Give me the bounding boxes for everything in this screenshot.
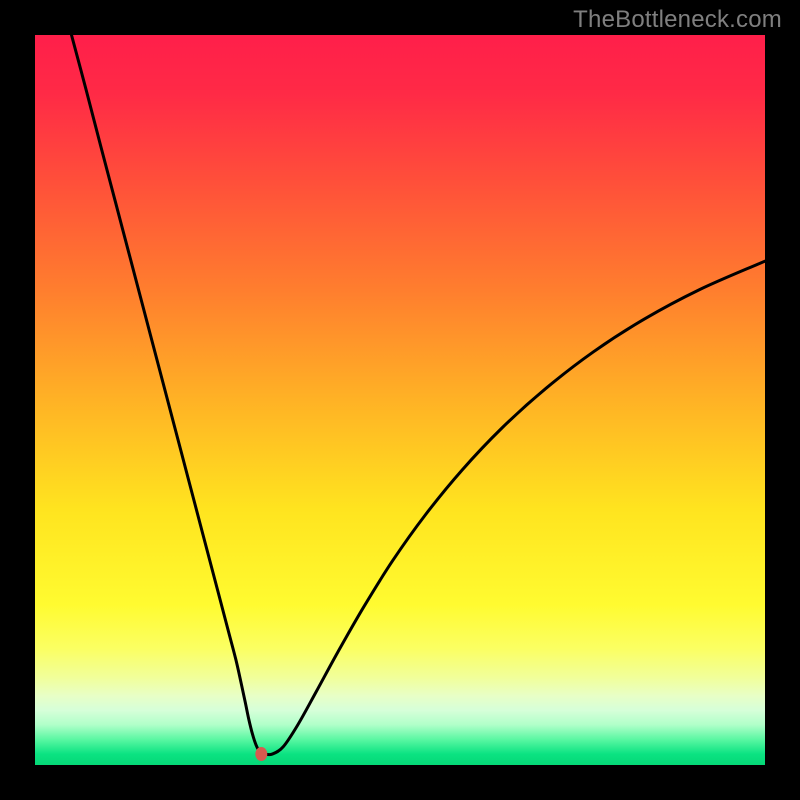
- chart-frame: TheBottleneck.com: [0, 0, 800, 800]
- chart-background: [35, 35, 765, 765]
- minimum-marker: [255, 747, 267, 761]
- watermark-text: TheBottleneck.com: [573, 6, 782, 34]
- bottleneck-chart: [35, 35, 765, 765]
